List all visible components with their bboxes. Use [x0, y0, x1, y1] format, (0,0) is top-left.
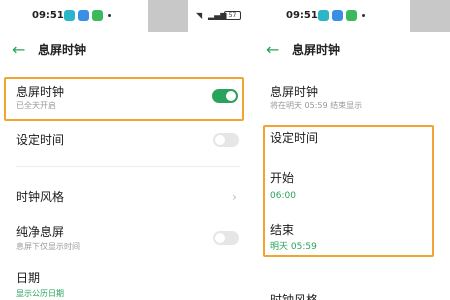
aod-row-subtitle: 将在明天 05:59 结束显示 [270, 101, 363, 110]
aod-toggle[interactable] [212, 89, 238, 103]
start-label: 开始 [270, 171, 295, 185]
toggle-knob [215, 233, 225, 243]
redacted-block [410, 0, 450, 32]
back-arrow-icon[interactable]: ← [266, 42, 279, 58]
pure-aod-subtitle: 息屏下仅显示时间 [16, 242, 80, 251]
more-notifications-dot [108, 14, 111, 17]
page-title: 息屏时钟 [292, 43, 341, 57]
pure-aod-toggle[interactable] [213, 231, 239, 245]
status-bar: 09:51 ◥ ▂▄▆ 57 [0, 0, 246, 34]
aod-row-title: 息屏时钟 [270, 85, 319, 99]
app-notification-icon [64, 10, 75, 21]
aod-row-subtitle: 已全天开启 [16, 101, 56, 110]
set-time-title: 设定时间 [16, 133, 65, 147]
back-arrow-icon[interactable]: ← [12, 42, 25, 58]
wechat-notification-icon [346, 10, 357, 21]
pure-aod-title: 纯净息屏 [16, 225, 65, 239]
status-time: 09:51 [286, 10, 318, 21]
app-notification-icon [78, 10, 89, 21]
chevron-right-icon: › [232, 190, 237, 204]
panel-gap [246, 0, 262, 300]
app-notification-icon [332, 10, 343, 21]
set-time-toggle[interactable] [213, 133, 239, 147]
clock-style-title: 时钟风格 [270, 293, 319, 300]
aod-row-title: 息屏时钟 [16, 85, 65, 99]
left-settings-screen: 09:51 ◥ ▂▄▆ 57 ← 息屏时钟 息屏时钟 已全天开启 设定时间 时钟… [0, 0, 246, 300]
set-time-title: 设定时间 [270, 131, 319, 145]
right-settings-screen: 09:51 ← 息屏时钟 息屏时钟 将在明天 05:59 结束显示 设定时间 开… [262, 0, 450, 300]
page-title: 息屏时钟 [38, 43, 87, 57]
battery-icon: 57 [224, 11, 241, 20]
date-title: 日期 [16, 271, 41, 285]
toggle-knob [226, 91, 236, 101]
clock-style-title: 时钟风格 [16, 190, 65, 204]
toggle-knob [215, 135, 225, 145]
more-notifications-dot [362, 14, 365, 17]
end-label: 结束 [270, 223, 295, 237]
wifi-icon: ◥ [196, 11, 203, 20]
redacted-block [148, 0, 188, 32]
app-notification-icon [318, 10, 329, 21]
wechat-notification-icon [92, 10, 103, 21]
status-bar: 09:51 [262, 0, 450, 34]
end-time-value: 明天 05:59 [270, 242, 317, 252]
start-time-value: 06:00 [270, 191, 296, 201]
date-subtitle: 显示公历日期 [16, 289, 64, 298]
divider [16, 166, 240, 167]
status-time: 09:51 [32, 10, 64, 21]
